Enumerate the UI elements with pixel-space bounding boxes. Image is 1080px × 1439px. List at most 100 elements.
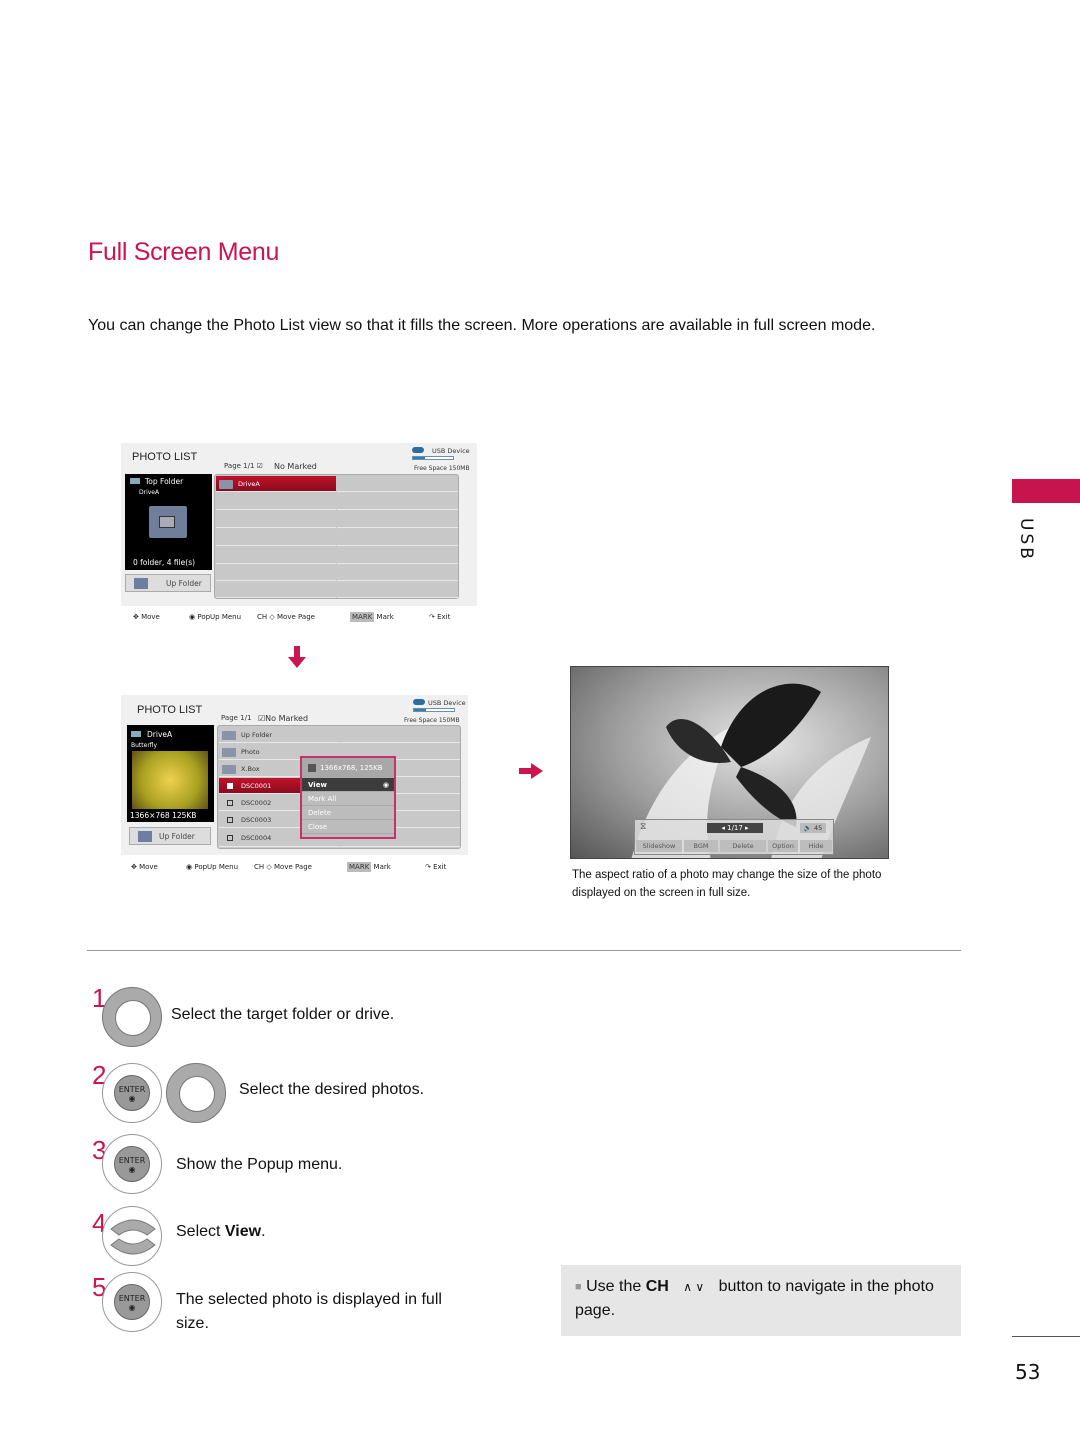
navigation-dpad-icon bbox=[166, 1063, 226, 1123]
up-folder-icon bbox=[222, 730, 236, 740]
folder-icon bbox=[222, 764, 236, 774]
footer-popup-label: PopUp Menu bbox=[197, 613, 242, 621]
preview-pane: DriveA Butterfly 1366×768 125KB bbox=[127, 725, 214, 822]
item-label: X.Box bbox=[241, 765, 260, 773]
footer-exit: ↷ Exit bbox=[425, 863, 447, 871]
enter-label: ENTER bbox=[118, 1294, 146, 1303]
file-grid: DriveA bbox=[214, 474, 459, 599]
folder-icon bbox=[149, 506, 187, 538]
arrow-down-icon bbox=[288, 646, 306, 668]
popup-item-delete[interactable]: Delete bbox=[302, 806, 394, 820]
popup-menu: 1366x768, 125KB View ◉ Mark All Delete Cl… bbox=[300, 756, 396, 839]
enter-label: ENTER bbox=[118, 1156, 146, 1165]
preview-heading-text: DriveA bbox=[147, 730, 173, 739]
speaker-icon: 🔈 bbox=[803, 824, 812, 832]
footer-mark: MARK Mark bbox=[350, 612, 394, 622]
list-item[interactable]: DriveA bbox=[216, 476, 336, 492]
step-4-bold: View bbox=[224, 1223, 262, 1240]
ch-arrows-icon: ∧ ∨ bbox=[683, 1280, 705, 1295]
enter-button-icon: ENTER ◉ bbox=[114, 1146, 150, 1182]
page-info: Page 1/1 bbox=[221, 714, 252, 722]
photo-list-panel-2: PHOTO LIST Page 1/1 ☑No Marked USB Devic… bbox=[121, 695, 468, 855]
popup-item-label: View bbox=[308, 781, 327, 789]
ok-icon: ◉ bbox=[382, 781, 389, 789]
delete-button[interactable]: Delete bbox=[720, 840, 766, 852]
empty-cell bbox=[216, 582, 336, 598]
item-label: DriveA bbox=[238, 480, 260, 488]
empty-cell bbox=[216, 529, 336, 546]
footer-popup: ◉ PopUp Menu bbox=[189, 613, 242, 621]
enter-button-icon: ENTER ◉ bbox=[114, 1075, 150, 1111]
preview-count: 0 folder, 4 file(s) bbox=[133, 558, 196, 567]
popup-item-view[interactable]: View ◉ bbox=[302, 778, 394, 792]
marked-status: No Marked bbox=[274, 462, 317, 471]
empty-cell bbox=[337, 476, 458, 492]
item-label: Up Folder bbox=[241, 731, 273, 739]
usb-icon bbox=[413, 699, 425, 705]
arrow-right-icon bbox=[519, 763, 543, 779]
enter-button-icon: ENTER ◉ bbox=[114, 1284, 150, 1320]
side-tab-marker bbox=[1012, 479, 1080, 503]
up-arrow-icon bbox=[138, 831, 152, 842]
panel-title: PHOTO LIST bbox=[132, 451, 198, 463]
page-counter[interactable]: ◂ 1/17 ▸ bbox=[707, 823, 763, 833]
popup-info: 1366x768, 125KB bbox=[302, 758, 394, 778]
page-counter-value: 1/17 bbox=[727, 824, 743, 832]
fullscreen-osd: ⧖ ◂ 1/17 ▸ 🔈 45 Slideshow BGM Delete Opt… bbox=[634, 819, 834, 855]
checkbox-icon bbox=[227, 800, 233, 806]
up-folder-button[interactable]: Up Folder bbox=[125, 574, 211, 592]
mark-key: MARK bbox=[347, 862, 372, 872]
empty-cell bbox=[337, 547, 458, 564]
bgm-button[interactable]: BGM bbox=[684, 840, 718, 852]
footer-ch: CH ◇ Move Page bbox=[257, 613, 315, 621]
empty-cell bbox=[216, 493, 336, 510]
popup-item-mark-all[interactable]: Mark All bbox=[302, 792, 394, 806]
footer-ch: CH ◇ Move Page bbox=[254, 863, 312, 871]
volume-indicator: 🔈 45 bbox=[800, 823, 826, 833]
page-number: 53 bbox=[1015, 1360, 1041, 1384]
footer-move-page-label: Move Page bbox=[277, 613, 315, 621]
footer-exit-label: Exit bbox=[433, 863, 447, 871]
empty-cell bbox=[337, 493, 458, 510]
footer-mark: MARK Mark bbox=[347, 862, 391, 872]
step-4-suffix: . bbox=[261, 1223, 266, 1240]
slideshow-button[interactable]: Slideshow bbox=[636, 840, 682, 852]
divider bbox=[87, 950, 961, 951]
footer-exit-label: Exit bbox=[437, 613, 451, 621]
footer-ch-label: CH bbox=[257, 613, 268, 621]
list-item[interactable]: Up Folder bbox=[219, 727, 340, 743]
footer-move-label: Move bbox=[141, 613, 160, 621]
intro-text: You can change the Photo List view so th… bbox=[88, 317, 876, 334]
footer-move-page-label: Move Page bbox=[274, 863, 312, 871]
up-down-arrows-icon bbox=[110, 1219, 156, 1255]
preview-sub: Butterfly bbox=[131, 742, 158, 749]
footer-popup-label: PopUp Menu bbox=[194, 863, 239, 871]
popup-item-close[interactable]: Close bbox=[302, 820, 394, 834]
up-folder-label: Up Folder bbox=[159, 832, 195, 841]
footer-mark-label: Mark bbox=[376, 613, 394, 621]
empty-cell bbox=[337, 565, 458, 581]
folder-icon bbox=[222, 747, 236, 757]
drive-icon bbox=[130, 478, 140, 484]
step-3-text: Show the Popup menu. bbox=[176, 1156, 343, 1173]
empty-cell bbox=[341, 727, 460, 743]
option-button[interactable]: Option bbox=[768, 840, 798, 852]
ch-updown-button-icon bbox=[102, 1206, 162, 1266]
up-folder-button[interactable]: Up Folder bbox=[129, 827, 211, 845]
panel-2-footer: ✥ Move ◉ PopUp Menu CH ◇ Move Page MARK … bbox=[121, 857, 468, 881]
step-2-text: Select the desired photos. bbox=[239, 1081, 425, 1098]
butterfly-thumbnail bbox=[132, 751, 208, 809]
footer-move: ✥ Move bbox=[133, 613, 160, 621]
free-space: Free Space 150MB bbox=[414, 465, 470, 472]
item-label: DSC0003 bbox=[241, 816, 272, 824]
note-box: ■ Use the CH ∧ ∨ button to navigate in t… bbox=[561, 1265, 961, 1336]
page-number-rule bbox=[1012, 1336, 1080, 1337]
preview-sub: DriveA bbox=[139, 489, 160, 496]
item-label: Photo bbox=[241, 748, 260, 756]
info-icon bbox=[308, 764, 316, 772]
page-info: Page 1/1 ☑ bbox=[224, 462, 263, 470]
marked-status: ☑No Marked bbox=[258, 714, 309, 723]
drive-icon bbox=[131, 731, 141, 737]
checkbox-icon bbox=[227, 783, 233, 789]
hide-button[interactable]: Hide bbox=[800, 840, 832, 852]
